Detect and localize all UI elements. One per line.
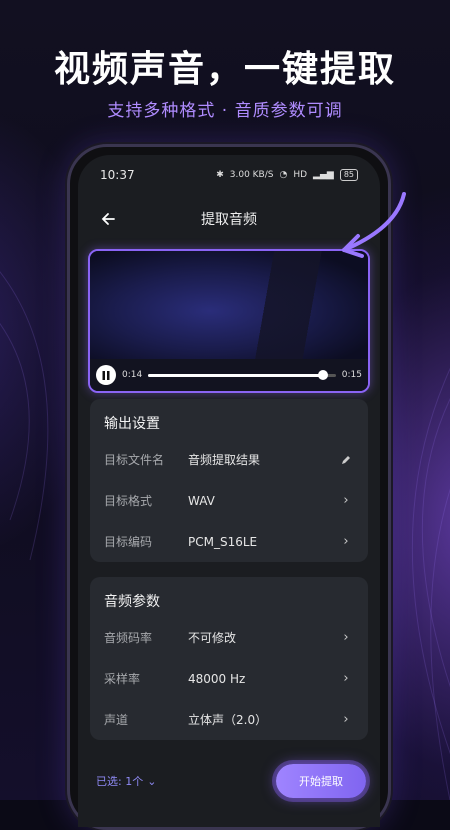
pause-button[interactable] (96, 365, 116, 385)
row-value: 不可修改 (188, 631, 237, 645)
audio-params-title: 音频参数 (104, 594, 160, 610)
row-bitrate[interactable]: 音频码率 不可修改 › (90, 617, 368, 658)
chevron-right-icon: › (343, 712, 349, 727)
hd-badge: HD (293, 170, 308, 180)
row-value: WAV (188, 493, 215, 508)
row-value: PCM_S16LE (188, 534, 258, 549)
selected-count-dropdown[interactable]: 已选: 1个 ⌄ (96, 773, 156, 789)
row-target-format[interactable]: 目标格式 WAV › (90, 480, 368, 521)
row-label: 声道 (104, 713, 129, 727)
status-bar: 10:37 ✱ 3.00 KB/S ◔ HD ▂▄▆ 85 (78, 155, 380, 195)
chevron-right-icon: › (343, 534, 349, 549)
row-label: 目标格式 (104, 494, 153, 508)
seek-bar-fill (148, 373, 323, 377)
row-target-codec[interactable]: 目标编码 PCM_S16LE › (90, 521, 368, 562)
bottom-bar: 已选: 1个 ⌄ 开始提取 (78, 751, 380, 811)
chevron-down-icon: ⌄ (147, 774, 157, 788)
row-value: 48000 Hz (188, 671, 246, 686)
app-bar: 提取音频 (78, 199, 380, 239)
status-icons: ✱ 3.00 KB/S ◔ HD ▂▄▆ 85 (216, 169, 358, 181)
seek-bar[interactable] (148, 369, 336, 380)
signal-icon: ▂▄▆ (313, 170, 334, 180)
row-label: 音频码率 (104, 631, 153, 645)
chevron-right-icon: › (343, 493, 349, 508)
row-sample-rate[interactable]: 采样率 48000 Hz › (90, 658, 368, 699)
seek-handle[interactable] (317, 369, 328, 380)
row-value: 音频提取结果 (188, 453, 261, 467)
row-channels[interactable]: 声道 立体声（2.0） › (90, 699, 368, 740)
pause-icon (102, 370, 110, 380)
network-speed: 3.00 KB/S (229, 170, 274, 180)
output-settings-card: 输出设置 目标文件名 音频提取结果 目标格式 WAV › 目标编码 PCM_S1… (90, 399, 368, 562)
status-time: 10:37 (100, 168, 135, 182)
subline: 支持多种格式 · 音质参数可调 (107, 101, 343, 121)
start-extract-button[interactable]: 开始提取 (276, 764, 366, 798)
row-label: 采样率 (104, 672, 141, 686)
chevron-right-icon: › (343, 630, 349, 645)
chevron-right-icon: › (343, 671, 349, 686)
page-title: 提取音频 (201, 212, 257, 228)
wifi-icon: ◔ (279, 170, 288, 180)
bluetooth-icon: ✱ (216, 170, 224, 180)
pointer-arrow-icon (342, 192, 406, 258)
row-label: 目标文件名 (104, 453, 165, 467)
row-target-filename[interactable]: 目标文件名 音频提取结果 (90, 439, 368, 480)
current-time: 0:14 (122, 370, 143, 380)
phone-screen: 10:37 ✱ 3.00 KB/S ◔ HD ▂▄▆ 85 提取音频 0:14 … (78, 155, 380, 827)
back-arrow-icon (101, 213, 115, 225)
player-controls: 0:14 0:15 (90, 359, 368, 391)
total-time: 0:15 (341, 370, 362, 380)
audio-params-card: 音频参数 音频码率 不可修改 › 采样率 48000 Hz › 声道 立体声（2… (90, 577, 368, 740)
row-label: 目标编码 (104, 535, 153, 549)
back-button[interactable] (94, 205, 122, 233)
row-value: 立体声（2.0） (188, 713, 268, 727)
output-settings-title: 输出设置 (104, 416, 160, 432)
battery-icon: 85 (339, 169, 358, 181)
video-frame (90, 251, 368, 359)
video-player[interactable]: 0:14 0:15 (88, 249, 370, 393)
headline: 视频声音，一键提取 (53, 49, 396, 90)
edit-icon[interactable] (338, 454, 354, 466)
selected-count: 已选: 1个 (96, 775, 144, 788)
